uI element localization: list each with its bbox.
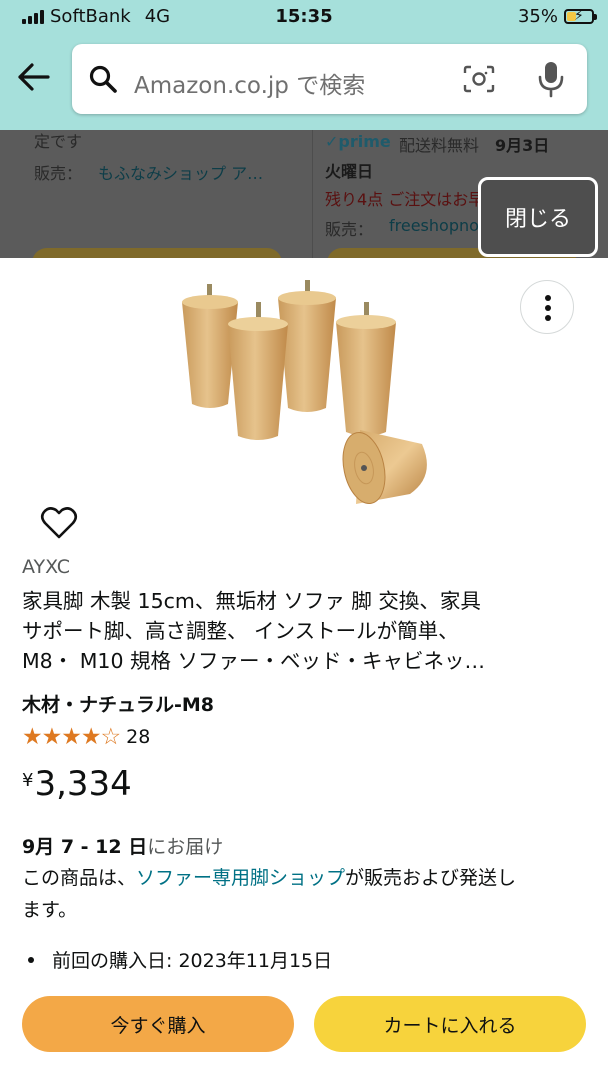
status-right: 35% ⚡ — [517, 6, 597, 27]
seller-suffix: が販売および発送し — [345, 867, 517, 889]
bg-left-seller-label: 販売： — [34, 164, 83, 183]
buy-now-button[interactable]: 今すぐ購入 — [22, 996, 294, 1052]
search-icon — [89, 65, 117, 93]
delivery-estimate: 9月 7 - 12 日にお届け — [22, 832, 223, 859]
more-dot — [545, 315, 551, 321]
bg-left-seller-name: もふなみショップ ア… — [98, 164, 264, 183]
close-button[interactable]: 閉じる — [478, 177, 598, 257]
product-brand[interactable]: AYXC — [22, 556, 70, 578]
leg-front-right — [336, 302, 396, 436]
rating-count: 28 — [126, 726, 151, 748]
bg-left-button — [32, 248, 282, 258]
product-title[interactable]: 家具脚 木製 15cm、無垢材 ソファ 脚 交換、家具 サポート脚、高さ調整、 … — [22, 586, 582, 676]
add-to-cart-button[interactable]: カートに入れる — [314, 996, 586, 1052]
title-line: M8・ M10 規格 ソファー・ベッド・キャビネッ… — [22, 649, 486, 673]
bg-prime-badge: ✓prime — [325, 132, 391, 151]
search-bar[interactable]: Amazon.co.jp で検索 — [72, 44, 587, 114]
product-image[interactable] — [170, 280, 440, 520]
clock: 15:35 — [275, 6, 333, 27]
bullet-icon — [28, 956, 34, 963]
bg-date: 9月3日 — [495, 136, 550, 155]
more-dot — [545, 295, 551, 301]
seller-prefix: この商品は、 — [22, 867, 137, 889]
background-listing-left: 定です 販売： もふなみショップ ア… — [14, 130, 302, 258]
delivery-suffix: にお届け — [147, 836, 224, 858]
bg-left-line1: 定です — [34, 132, 83, 151]
leg-front-left — [228, 302, 288, 440]
more-options-button[interactable] — [520, 280, 574, 334]
charging-icon: ⚡ — [574, 8, 584, 24]
search-input[interactable]: Amazon.co.jp で検索 — [134, 66, 365, 100]
bg-weekday: 火曜日 — [325, 162, 374, 181]
title-line: サポート脚、高さ調整、 インストールが簡単、 — [22, 619, 459, 643]
purchase-history-text: 前回の購入日: 2023年11月15日 — [52, 950, 333, 972]
leg-lying — [342, 430, 427, 504]
purchase-history: 前回の購入日: 2023年11月15日 — [22, 946, 332, 973]
seller-info: この商品は、ソファー専用脚ショップが販売および発送し ます。 — [22, 862, 582, 926]
product-variant: 木材・ナチュラル-M8 — [22, 694, 215, 716]
price-amount: 3,334 — [34, 764, 132, 804]
battery-icon: ⚡ — [564, 8, 597, 24]
leg-back-middle — [278, 280, 336, 412]
search-header: Amazon.co.jp で検索 — [0, 34, 608, 130]
heart-icon[interactable] — [40, 506, 78, 540]
battery-percent: 35% — [517, 6, 558, 27]
leg-back-left — [182, 284, 238, 408]
bg-right-seller-label: 販売： — [325, 220, 374, 239]
rating-row[interactable]: ★★★★☆ 28 — [22, 724, 150, 750]
more-dot — [545, 305, 551, 311]
camera-scan-icon[interactable] — [462, 64, 496, 94]
product-sheet: AYXC 家具脚 木製 15cm、無垢材 ソファ 脚 交換、家具 サポート脚、高… — [0, 258, 608, 1080]
currency-symbol: ¥ — [22, 770, 34, 791]
seller-line2: ます。 — [22, 899, 78, 921]
star-rating-icon: ★★★★☆ — [22, 724, 121, 750]
delivery-date: 9月 7 - 12 日 — [22, 836, 148, 858]
title-line: 家具脚 木製 15cm、無垢材 ソファ 脚 交換、家具 — [22, 589, 481, 613]
back-arrow-icon[interactable] — [16, 62, 50, 99]
status-bar: SoftBank 4G 15:35 35% ⚡ — [0, 0, 608, 34]
bg-shipping: 配送料無料 — [399, 136, 480, 155]
price: ¥ 3,334 — [22, 764, 132, 804]
microphone-icon[interactable] — [536, 60, 566, 98]
seller-link[interactable]: ソファー専用脚ショップ — [136, 867, 345, 889]
